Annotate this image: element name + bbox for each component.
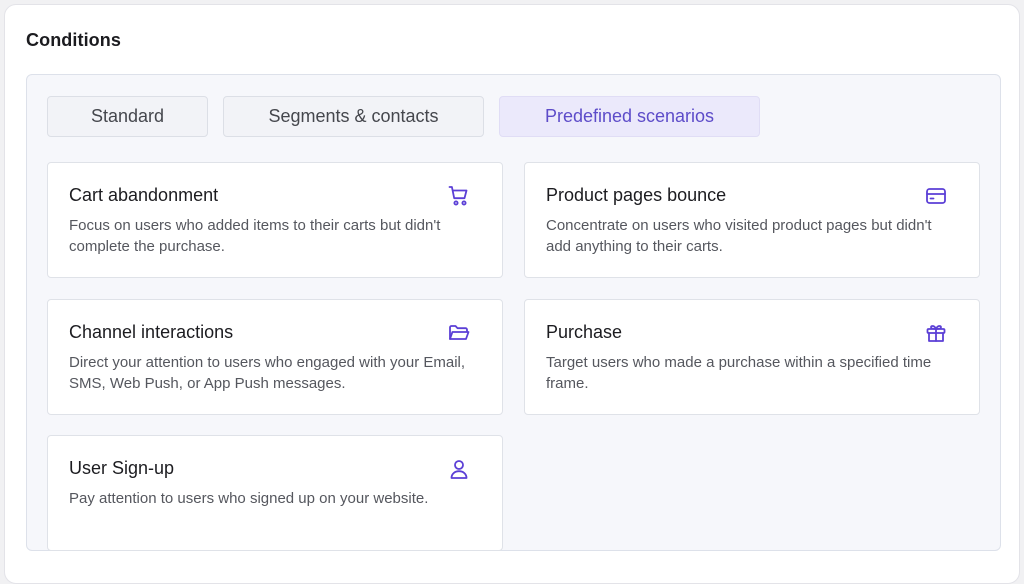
- user-icon: [447, 457, 471, 481]
- panel-title: Conditions: [26, 30, 121, 50]
- tab-label: Segments & contacts: [268, 106, 439, 126]
- card-description: Direct your attention to users who engag…: [69, 354, 466, 392]
- browser-window-icon: [924, 184, 948, 208]
- gift-icon: [924, 321, 948, 345]
- card-title: Purchase: [546, 322, 623, 342]
- card-title: Cart abandonment: [69, 185, 219, 205]
- conditions-panel: Conditions Standard Segments & contacts …: [4, 4, 1020, 584]
- shopping-cart-icon: [447, 184, 471, 208]
- conditions-container: Standard Segments & contacts Predefined …: [26, 74, 1001, 551]
- card-title: Product pages bounce: [546, 185, 727, 205]
- card-description: Concentrate on users who visited product…: [546, 217, 932, 255]
- card-title: User Sign-up: [69, 458, 175, 478]
- tab-label: Standard: [90, 106, 165, 126]
- scenario-card-product-pages-bounce[interactable]: Product pages bounce Concentrate on user…: [524, 162, 980, 278]
- tab-predefined-scenarios[interactable]: Predefined scenarios: [499, 96, 760, 137]
- scenario-card-user-sign-up[interactable]: User Sign-up Pay attention to users who …: [47, 435, 503, 551]
- scenario-card-purchase[interactable]: Purchase Target users who made a purchas…: [524, 299, 980, 415]
- scenario-card-channel-interactions[interactable]: Channel interactions Direct your attenti…: [47, 299, 503, 415]
- tab-standard[interactable]: Standard: [47, 96, 208, 137]
- card-description: Target users who made a purchase within …: [546, 354, 932, 392]
- card-description: Pay attention to users who signed up on …: [69, 490, 429, 507]
- folder-icon: [447, 321, 471, 345]
- card-title: Channel interactions: [69, 322, 234, 342]
- card-description: Focus on users who added items to their …: [69, 217, 441, 255]
- tab-segments-contacts[interactable]: Segments & contacts: [223, 96, 484, 137]
- tab-label: Predefined scenarios: [544, 106, 715, 126]
- scenario-card-cart-abandonment[interactable]: Cart abandonment Focus on users who adde…: [47, 162, 503, 278]
